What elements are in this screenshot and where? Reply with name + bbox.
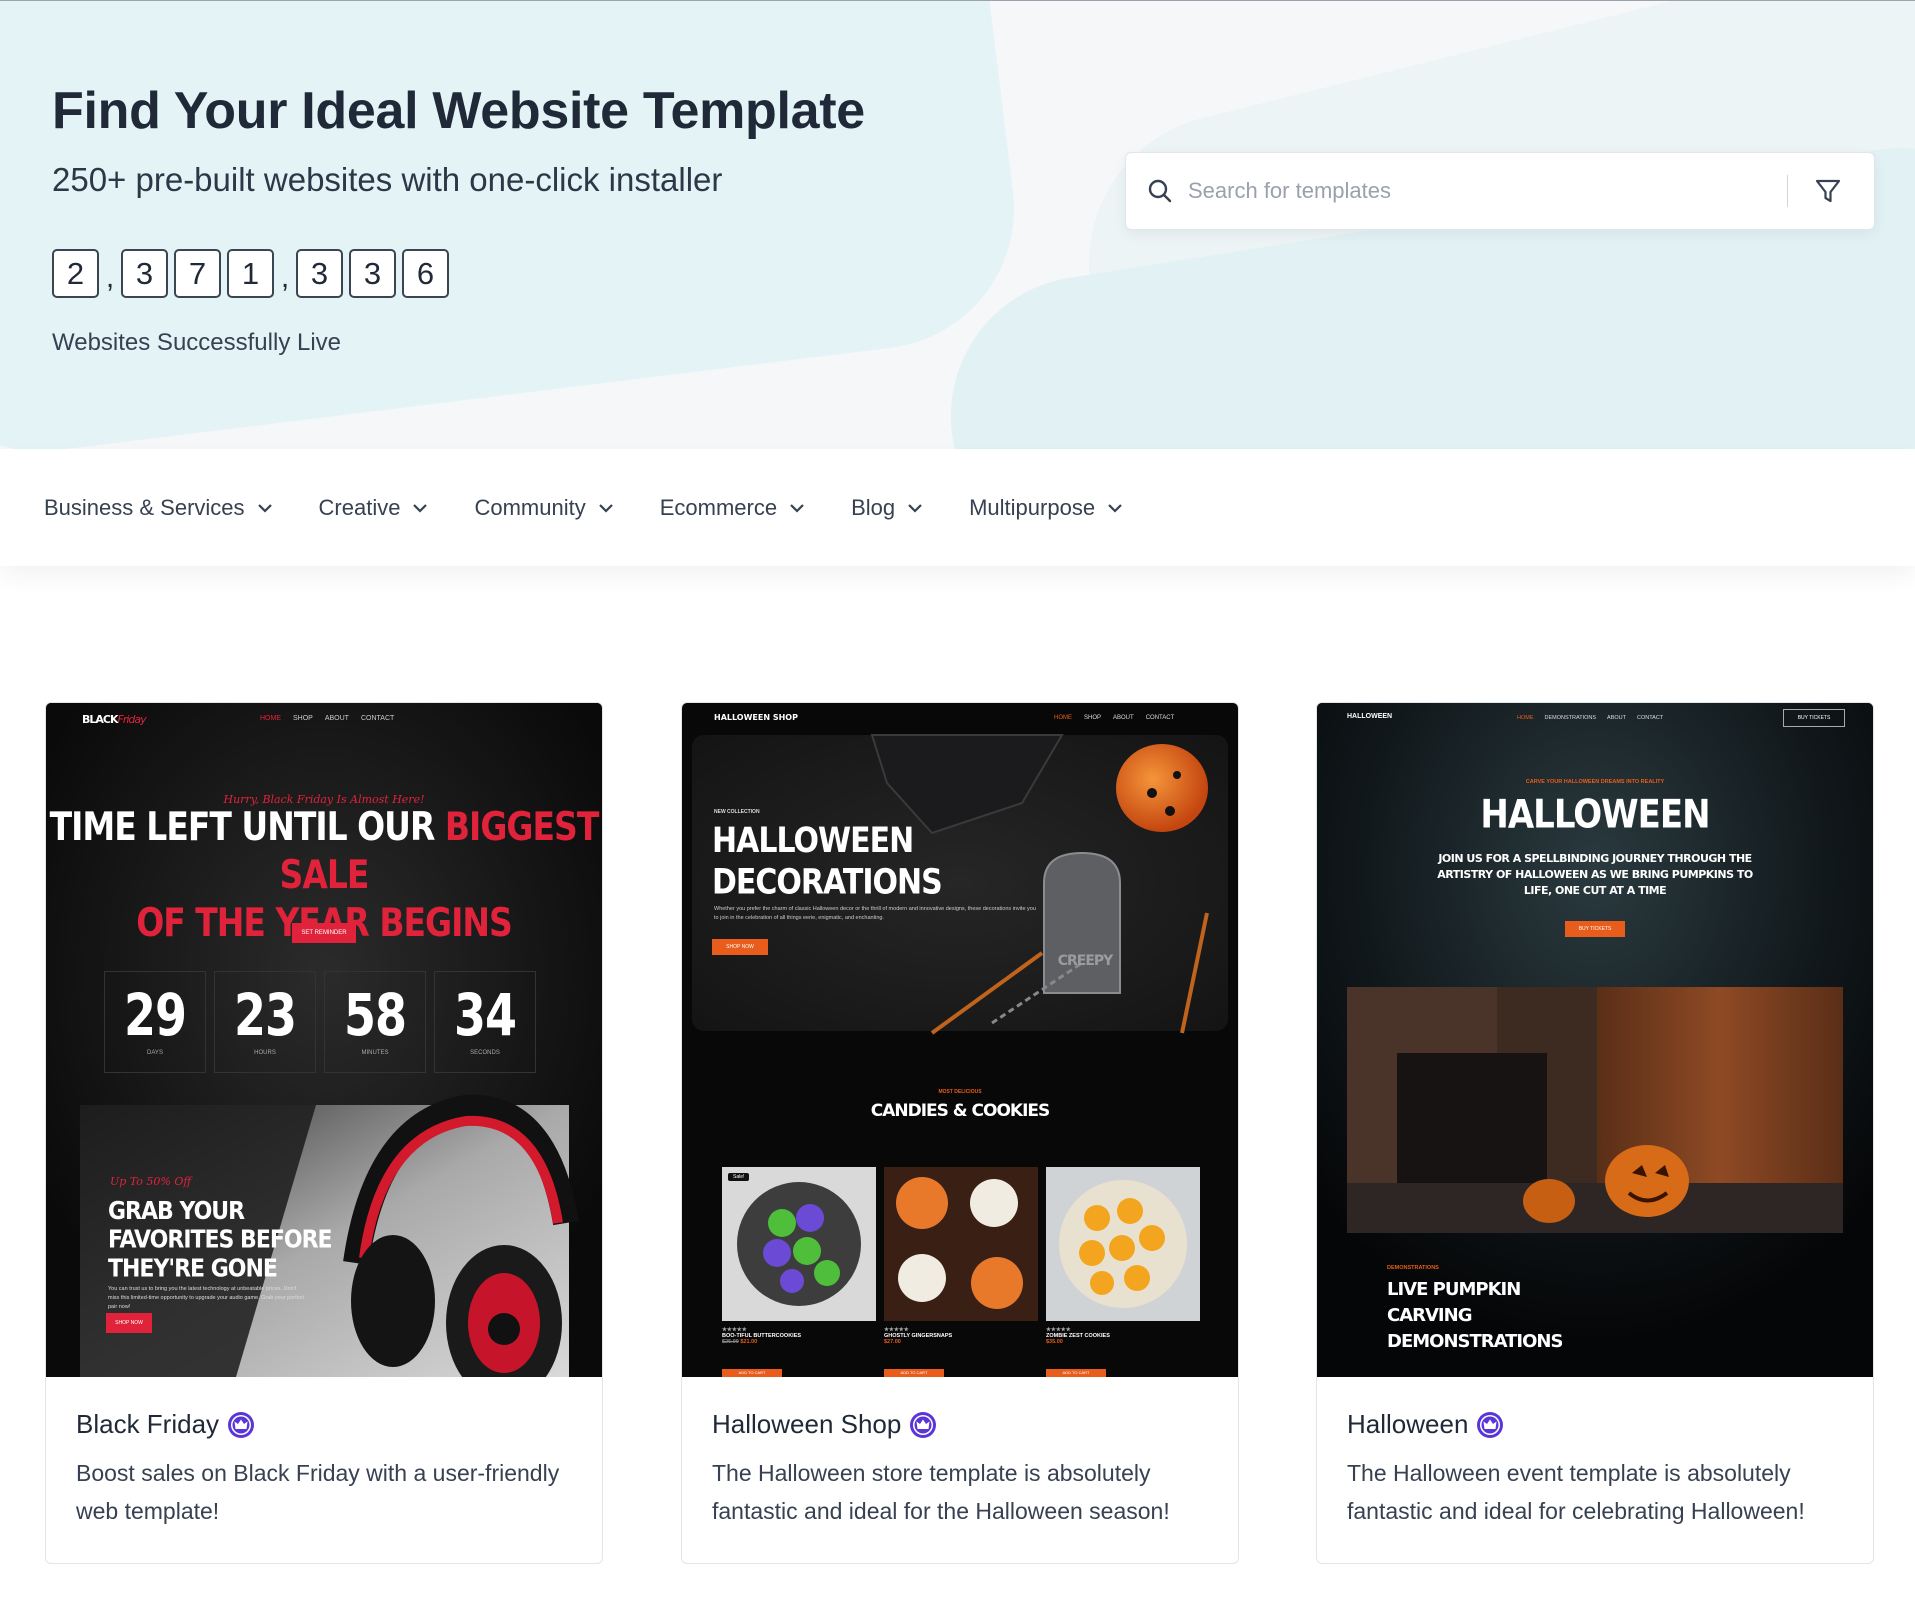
category-label: Business & Services <box>44 494 245 520</box>
counter-separator: , <box>280 261 290 294</box>
preview-kicker: NEW COLLECTION <box>714 809 760 815</box>
preview-cta-button: BUY TICKETS <box>1565 921 1625 937</box>
counter-digit: 3 <box>349 249 396 298</box>
crown-icon <box>910 1411 937 1438</box>
preview-tagline: JOIN US FOR A SPELLBINDING JOURNEY THROU… <box>1437 852 1753 897</box>
category-ecommerce[interactable]: Ecommerce <box>660 495 805 521</box>
preview-tomb-text: CREEPY <box>1057 953 1114 969</box>
template-card-black-friday[interactable]: BLACKFriday HOME SHOP ABOUT CONTACT Hurr… <box>45 702 603 1564</box>
category-label: Blog <box>851 494 896 520</box>
counter-label: Websites Successfully Live <box>52 329 342 356</box>
preview-nav: HOME SHOP ABOUT CONTACT <box>260 715 395 722</box>
preview-product: ★★★★★ GHOSTLY GINGERSNAPS $27.00 <box>884 1327 953 1345</box>
crown-icon <box>1477 1411 1504 1438</box>
countdown-cell: 29 DAYS <box>104 971 206 1073</box>
hero-background-shape <box>0 1 1030 449</box>
template-preview[interactable]: BLACKFriday HOME SHOP ABOUT CONTACT Hurr… <box>46 703 602 1377</box>
template-card-body: Black Friday Boost sales on Black Friday… <box>46 1377 602 1563</box>
category-label: Community <box>474 494 586 520</box>
preview-promo-headline: GRAB YOUR FAVORITES BEFORE THEY'RE GONE <box>108 1197 333 1284</box>
chevron-down-icon <box>790 503 804 513</box>
preview-sale-badge: Sale! <box>728 1173 750 1181</box>
preview-nav-button: BUY TICKETS <box>1783 709 1845 727</box>
template-title[interactable]: Black Friday <box>76 1409 572 1440</box>
preview-section-kicker: DEMONSTRATIONS <box>1387 1265 1439 1271</box>
preview-nav: HOME SHOP ABOUT CONTACT <box>1054 715 1175 721</box>
template-title[interactable]: Halloween Shop <box>712 1409 1208 1440</box>
preview-add-to-cart: ADD TO CART <box>738 1370 766 1375</box>
category-label: Ecommerce <box>659 494 778 520</box>
counter-digit: 1 <box>227 249 274 298</box>
template-description: The Halloween store template is absolute… <box>712 1460 1170 1524</box>
counter-digit: 2 <box>52 249 99 298</box>
counter-digit: 3 <box>296 249 343 298</box>
counter-separator: , <box>105 261 115 294</box>
preview-promo-button: SHOP NOW <box>115 1320 143 1326</box>
template-search-bar <box>1125 152 1875 230</box>
counter-digit: 3 <box>121 249 168 298</box>
chevron-down-icon <box>1108 503 1122 513</box>
chevron-down-icon <box>257 503 272 513</box>
category-multipurpose[interactable]: Multipurpose <box>969 495 1123 521</box>
template-card-halloween[interactable]: HALLOWEEN HOME DEMONSTRATIONS ABOUT CONT… <box>1316 702 1874 1564</box>
preview-product: ★★★★★ BOO-TIFUL BUTTERCOOKIES $25.00 $21… <box>722 1327 802 1345</box>
template-preview[interactable]: HALLOWEEN HOME DEMONSTRATIONS ABOUT CONT… <box>1317 703 1873 1377</box>
preview-headline: HALLOWEEN DECORATIONS <box>712 821 943 903</box>
preview-section-title: CANDIES & COOKIES <box>870 1101 1051 1121</box>
category-label: Creative <box>318 494 401 520</box>
filter-icon[interactable] <box>1812 175 1844 207</box>
preview-kicker: CARVE YOUR HALLOWEEN DREAMS INTO REALITY <box>1525 779 1665 785</box>
preview-logo: HALLOWEEN <box>1347 713 1393 720</box>
category-blog[interactable]: Blog <box>851 495 923 521</box>
template-card-halloween-shop[interactable]: HALLOWEEN SHOP HOME SHOP ABOUT CONTACT N… <box>681 702 1239 1564</box>
preview-body: Whether you prefer the charm of classic … <box>714 906 1036 921</box>
page-subtitle: 250+ pre-built websites with one-click i… <box>52 161 723 198</box>
category-creative[interactable]: Creative <box>319 495 429 521</box>
preview-cta-button: SET REMINDER <box>292 923 356 943</box>
template-preview[interactable]: HALLOWEEN SHOP HOME SHOP ABOUT CONTACT N… <box>682 703 1238 1377</box>
search-divider <box>1787 175 1788 207</box>
template-card-body: Halloween Shop The Halloween store templ… <box>682 1377 1238 1563</box>
template-description: Boost sales on Black Friday with a user-… <box>76 1460 560 1524</box>
preview-countdown: 29 DAYS 23 HOURS 58 MINUTES 34 SECONDS <box>104 971 536 1073</box>
preview-logo: HALLOWEEN SHOP <box>714 713 798 722</box>
hero-banner: Find Your Ideal Website Template 250+ pr… <box>0 1 1915 449</box>
preview-cta-button: SHOP NOW <box>712 939 768 955</box>
countdown-cell: 58 MINUTES <box>324 971 426 1073</box>
template-title[interactable]: Halloween <box>1347 1409 1843 1440</box>
counter-digit: 6 <box>402 249 449 298</box>
preview-logo: BLACKFriday <box>82 713 147 726</box>
preview-promo-script: Up To 50% Off <box>110 1175 192 1188</box>
halloween-shop-preview-art <box>692 734 1228 1377</box>
preview-section-title: LIVE PUMPKIN CARVING DEMONSTRATIONS <box>1387 1279 1563 1352</box>
template-description: The Halloween event template is absolute… <box>1347 1460 1805 1524</box>
countdown-cell: 34 SECONDS <box>434 971 536 1073</box>
preview-nav: HOME DEMONSTRATIONS ABOUT CONTACT <box>1517 715 1664 721</box>
countdown-cell: 23 HOURS <box>214 971 316 1073</box>
category-label: Multipurpose <box>969 494 1096 520</box>
counter-digit: 7 <box>174 249 221 298</box>
category-nav: Business & Services Creative Community E… <box>0 449 1915 566</box>
preview-product: ★★★★★ ZOMBIE ZEST COOKIES $35.00 <box>1046 1327 1110 1345</box>
chevron-down-icon <box>598 503 613 513</box>
category-community[interactable]: Community <box>474 495 613 521</box>
preview-add-to-cart: ADD TO CART <box>1062 1370 1090 1375</box>
category-business-services[interactable]: Business & Services <box>44 495 273 521</box>
preview-add-to-cart: ADD TO CART <box>900 1370 928 1375</box>
preview-headline: HALLOWEEN <box>1480 792 1710 838</box>
page-title: Find Your Ideal Website Template <box>52 82 865 140</box>
preview-promo-text: You can trust us to bring you the latest… <box>108 1286 304 1310</box>
chevron-down-icon <box>413 503 428 513</box>
search-icon <box>1148 179 1172 203</box>
search-input[interactable] <box>1188 171 1787 211</box>
preview-section-kicker: MOST DELICIOUS <box>938 1089 982 1095</box>
crown-icon <box>228 1411 255 1438</box>
template-card-body: Halloween The Halloween event template i… <box>1317 1377 1873 1563</box>
chevron-down-icon <box>908 503 922 513</box>
live-websites-counter: 2 , 3 7 1 , 3 3 6 <box>52 249 449 298</box>
